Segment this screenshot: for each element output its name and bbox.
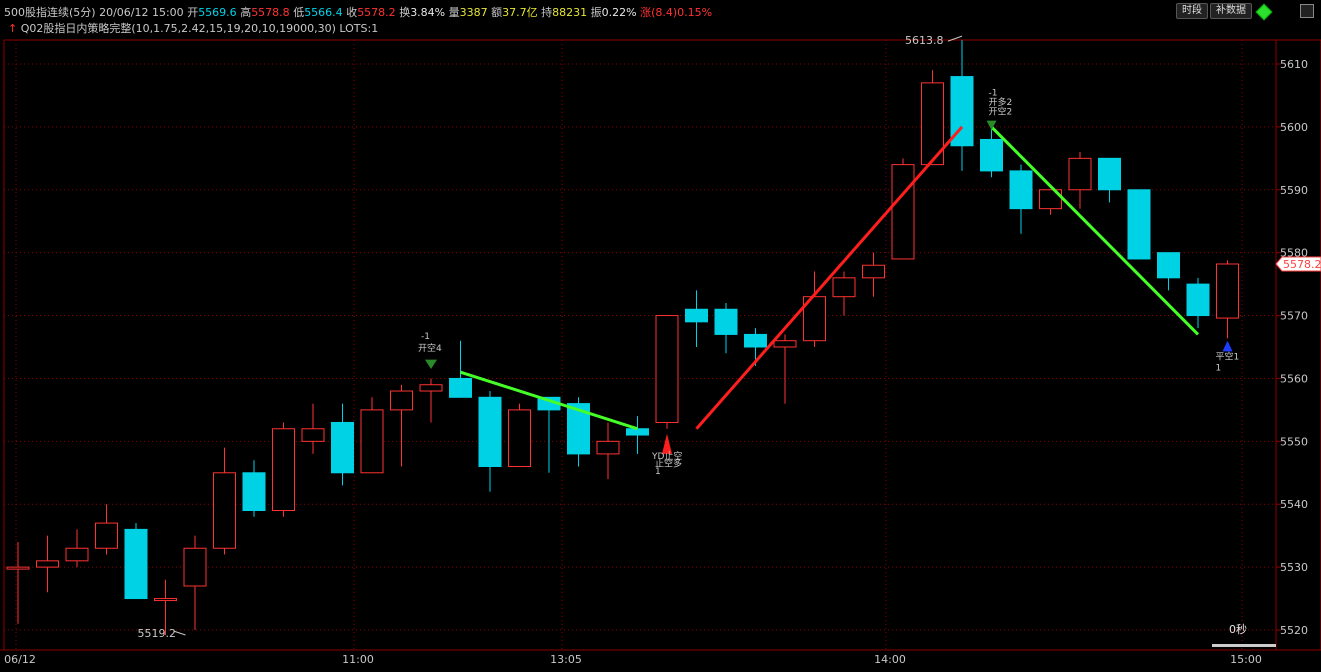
y-tick-label: 5550 (1280, 435, 1308, 448)
candle-body-up (1216, 263, 1239, 319)
y-tick-label: 5530 (1280, 561, 1308, 574)
candle-body-down (449, 377, 472, 398)
y-tick-label: 5570 (1280, 310, 1308, 323)
high-price-label: 5613.8 (905, 34, 944, 47)
x-tick-label: 13:05 (550, 653, 582, 666)
up-arrow-icon: ↑ (8, 22, 18, 35)
candle-body-up (1068, 157, 1092, 191)
y-tick-label: 5590 (1280, 184, 1308, 197)
quote-header: 500股指连续(5分) 20/06/12 15:00 开5569.6 高5578… (4, 6, 713, 19)
candle-body-up (65, 547, 89, 562)
candle-body-up (508, 409, 531, 467)
x-tick-label: 06/12 (4, 653, 36, 666)
candle-body-up (95, 522, 118, 549)
volume-value: 3387 (459, 6, 488, 19)
candle-body-up (360, 409, 384, 474)
low-price-label: 5519.2 (138, 627, 177, 640)
lots-value: LOTS:1 (339, 22, 379, 35)
buy-signal-arrow-icon (662, 433, 672, 454)
trend-line-green (990, 125, 1200, 336)
candle-body-up (773, 340, 797, 348)
x-tick-label: 15:00 (1230, 653, 1262, 666)
candle-body-up (891, 164, 915, 260)
signal-label: -1 (421, 332, 430, 342)
close-icon[interactable] (1300, 4, 1314, 18)
high-value: 5578.8 (251, 6, 290, 19)
chart-window[interactable]: 5520 5530 5540 5550 5560 5570 5580 5590 5600 5610… (0, 0, 1321, 668)
candle-body-down (714, 308, 738, 335)
close-value: 5578.2 (357, 6, 396, 19)
candle-body-up (36, 560, 59, 568)
candle-body-down (685, 308, 708, 323)
strategy-name: Q02股指日内策略完整(10,1.75,2.42,15,19,20,10,190… (20, 22, 336, 35)
strategy-line: ↑ Q02股指日内策略完整(10,1.75,2.42,15,19,20,10,1… (8, 20, 378, 36)
turnover-value: 3.84% (410, 6, 446, 19)
y-tick-label: 5560 (1280, 372, 1308, 385)
candle-body-down (478, 396, 502, 467)
candle-body-down (626, 428, 649, 436)
sell-signal-arrow-icon (425, 359, 437, 370)
signal-label: 开空4 (418, 342, 442, 354)
cover-signal-arrow-icon (1222, 340, 1233, 352)
amplitude-value: 0.22% (601, 6, 637, 19)
candle-body-down (980, 138, 1003, 172)
candle-body-down (744, 333, 767, 348)
time-period-button[interactable]: 时段 (1176, 3, 1208, 19)
signal-label: 开空2 (989, 105, 1013, 117)
y-tick-label: 5540 (1280, 498, 1308, 511)
countdown-bar (1212, 644, 1276, 647)
open-value: 5569.6 (198, 6, 237, 19)
candle-body-up (832, 277, 856, 298)
x-tick-label: 11:00 (342, 653, 374, 666)
candle-body-down (1157, 252, 1180, 279)
bar-datetime: 20/06/12 15:00 (99, 6, 184, 19)
signal-label: 平空1 (1216, 351, 1240, 363)
change-value: (8.4)0.15% (651, 6, 713, 19)
amount-value: 37.7亿 (502, 6, 538, 19)
candle-body-up (419, 384, 443, 392)
low-value: 5566.4 (304, 6, 343, 19)
y-tick-label: 5610 (1280, 58, 1308, 71)
candle-body-down (242, 472, 266, 512)
y-tick-label: 5520 (1280, 624, 1308, 637)
last-price-value: 5578.2 (1283, 258, 1321, 271)
candle-body-down (1098, 157, 1121, 191)
candle-body-up (655, 315, 679, 423)
candle-body-up (301, 428, 325, 442)
signal-label: 开多2 (989, 96, 1013, 108)
symbol-title: 500股指连续(5分) (4, 6, 96, 19)
candle-body-down (1127, 189, 1151, 260)
candle-body-down (124, 528, 148, 600)
candle-body-down (331, 421, 354, 474)
open-interest-value: 88231 (552, 6, 588, 19)
candlestick-chart[interactable]: 5520553055405550556055705580559056005610… (0, 0, 1321, 668)
signal-label: 1 (655, 467, 661, 477)
trend-line-red (695, 125, 964, 430)
candle-body-down (1186, 283, 1210, 317)
candle-body-up (183, 547, 207, 587)
candle-body-up (154, 598, 177, 602)
supplement-data-button[interactable]: 补数据 (1210, 3, 1252, 19)
candle-body-up (390, 390, 413, 411)
countdown-label: 0秒 (1229, 622, 1247, 636)
candle-body-up (862, 264, 885, 279)
y-tick-label: 5600 (1280, 121, 1308, 134)
candle-body-up (6, 566, 30, 570)
candle-body-up (272, 428, 295, 512)
x-tick-label: 14:00 (874, 653, 906, 666)
candle-body-down (1009, 170, 1033, 210)
signal-label: 1 (1216, 363, 1222, 373)
candle-body-up (596, 440, 620, 455)
candle-body-up (213, 472, 236, 549)
